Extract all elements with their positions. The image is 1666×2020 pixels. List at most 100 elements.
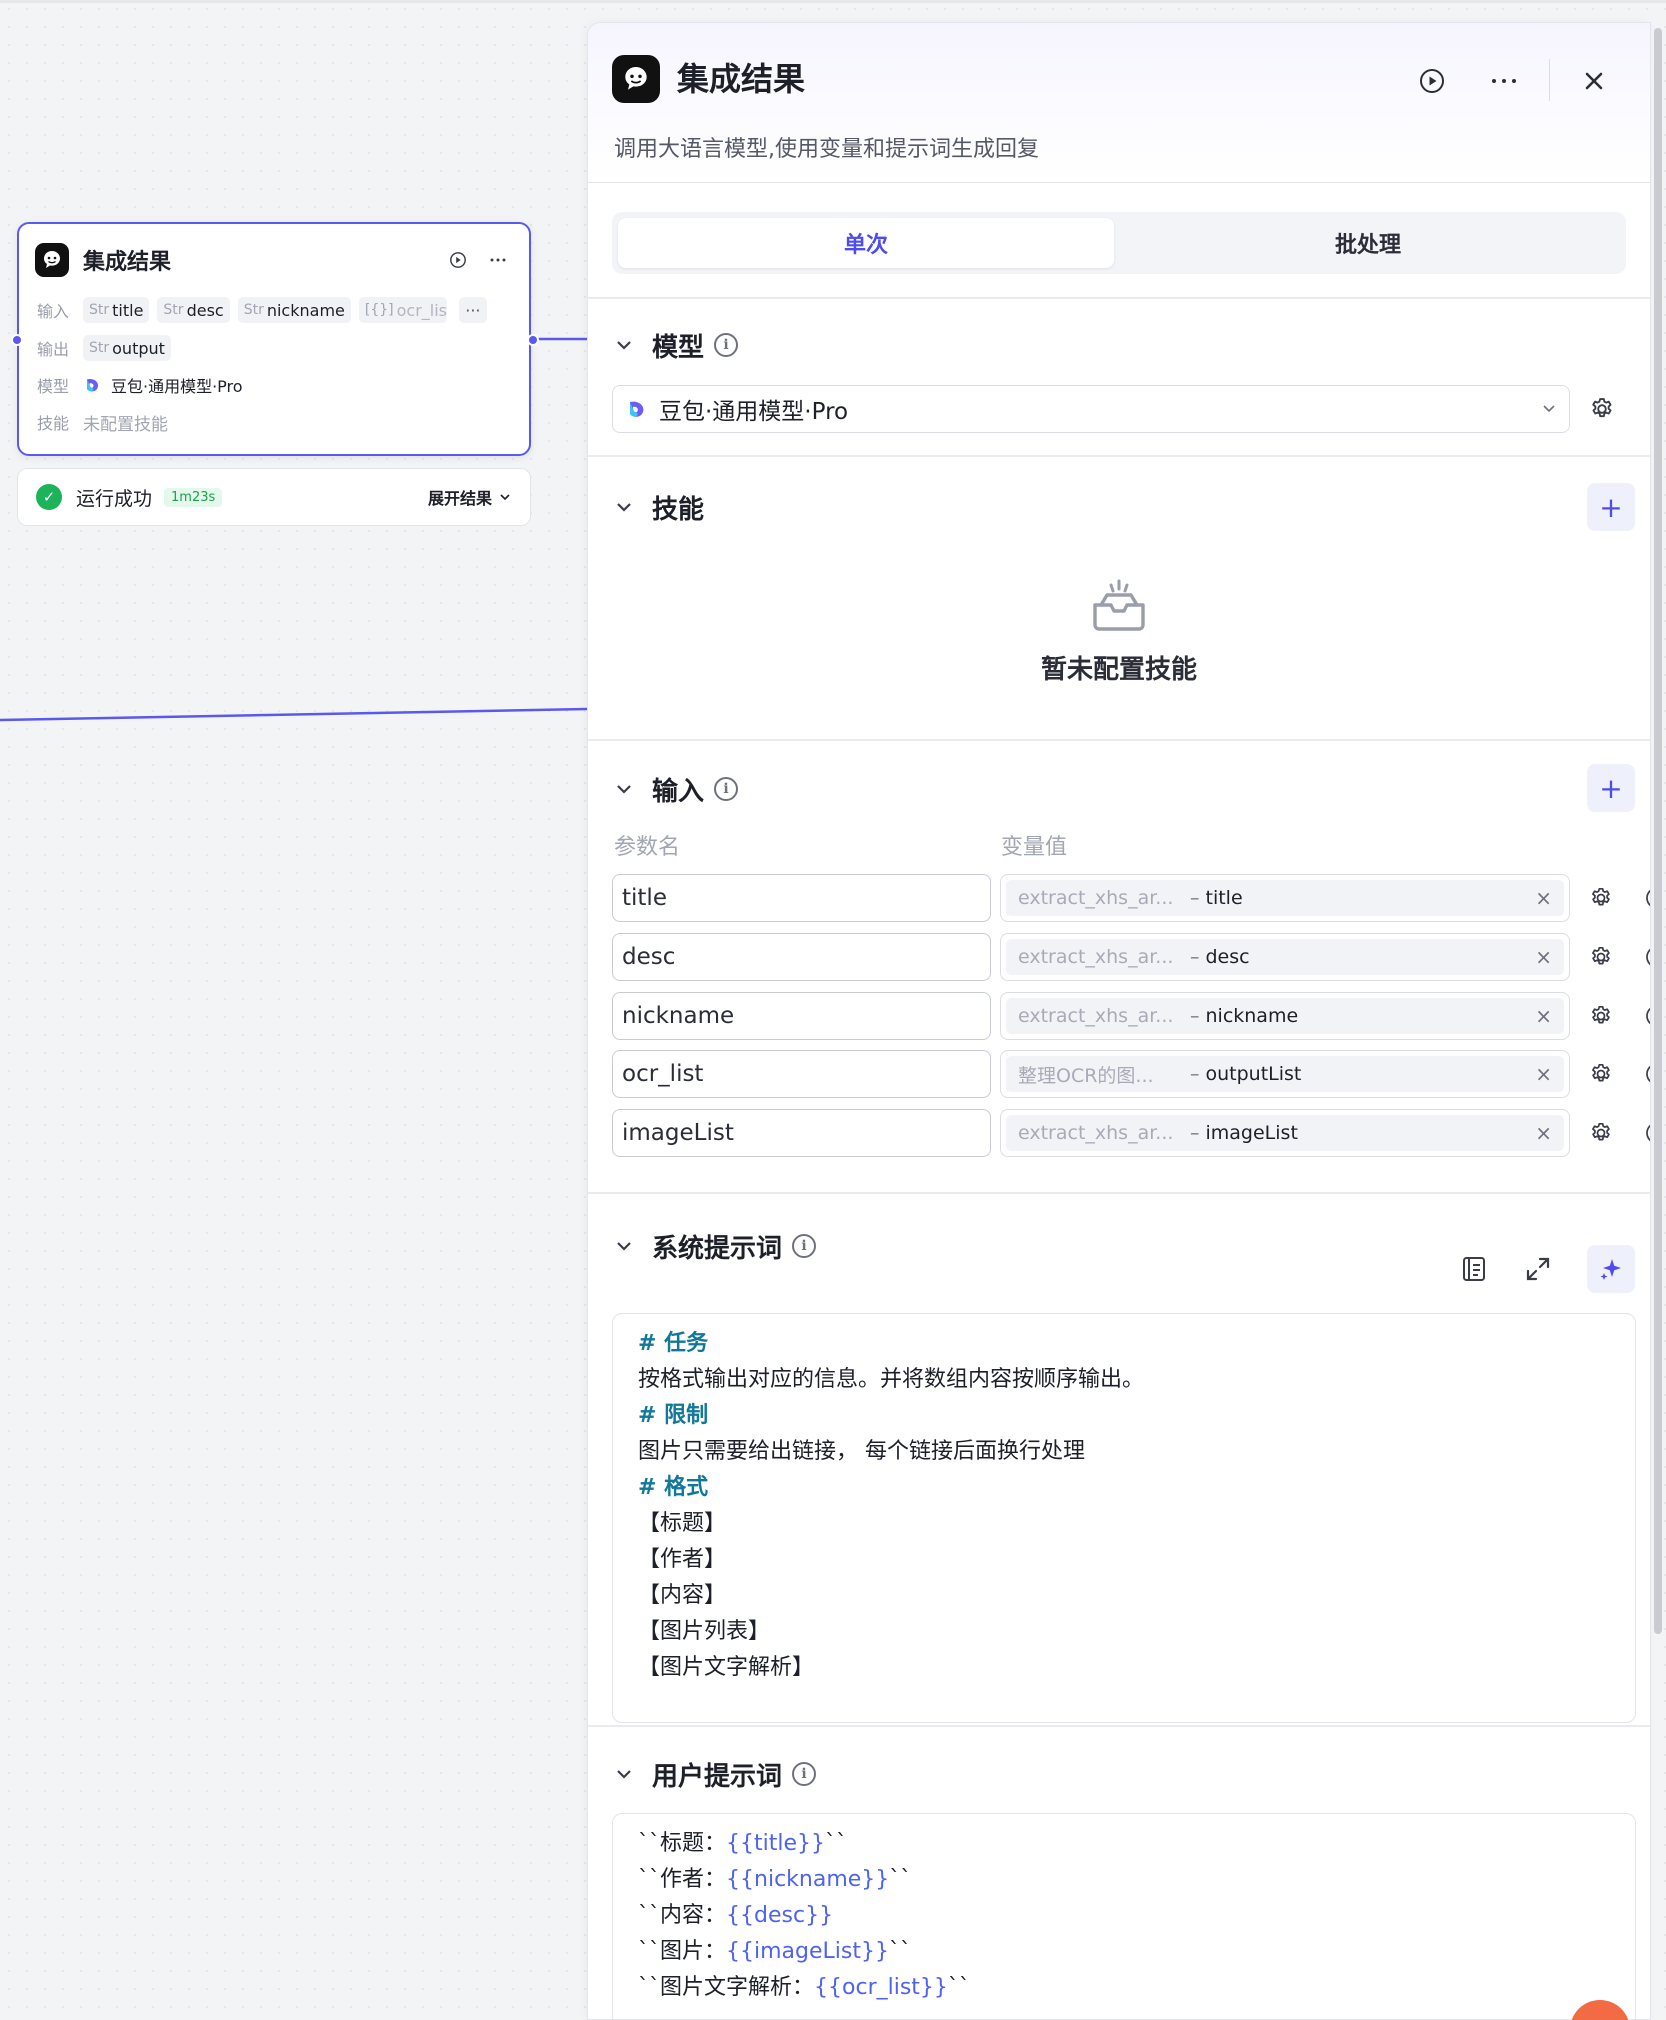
template-variable: {{ocr_list}}: [814, 1975, 948, 2000]
model-settings-gear-icon[interactable]: [1586, 393, 1618, 425]
system-prompt-section-header[interactable]: 系统提示词 i: [612, 1226, 817, 1266]
prompt-line: 按格式输出对应的信息。并将数组内容按顺序输出。: [638, 1367, 1145, 1392]
tag-name: ocr_list: [396, 300, 447, 320]
node-header: 集成结果: [35, 242, 513, 278]
template-variable: {{imageList}}: [726, 1939, 889, 1964]
input-tag-desc: Str desc: [157, 297, 230, 323]
run-mode-tabs: 单次 批处理: [612, 212, 1626, 274]
clear-icon[interactable]: ×: [1535, 1004, 1552, 1028]
prompt-library-icon[interactable]: [1454, 1249, 1494, 1289]
tag-name: title: [112, 300, 144, 320]
param-name-input[interactable]: title: [612, 874, 991, 922]
tab-single[interactable]: 单次: [618, 218, 1114, 268]
check-circle-icon: ✓: [36, 484, 62, 510]
clear-icon[interactable]: ×: [1535, 1062, 1552, 1086]
row-settings-gear-icon[interactable]: [1585, 1000, 1617, 1032]
param-value-select[interactable]: 整理OCR的图... – outputList ×: [1000, 1050, 1570, 1098]
param-value-select[interactable]: extract_xhs_ar... – imageList ×: [1000, 1109, 1570, 1157]
separator-dash: –: [1190, 1122, 1200, 1144]
line-prefix: ``图片：: [638, 1939, 727, 1964]
row-settings-gear-icon[interactable]: [1585, 882, 1617, 914]
param-value-select[interactable]: extract_xhs_ar... – nickname ×: [1000, 992, 1570, 1040]
remove-row-icon[interactable]: [1643, 884, 1650, 912]
run-node-icon[interactable]: [1414, 63, 1450, 99]
output-port[interactable]: [527, 334, 539, 346]
param-value-select[interactable]: extract_xhs_ar... – title ×: [1000, 874, 1570, 922]
node-input-row: 输入 Str title Str desc Str nickname [{}] ocr_…: [37, 296, 515, 324]
line-prefix: ``内容：: [638, 1903, 727, 1928]
system-prompt-editor[interactable]: # 任务 按格式输出对应的信息。并将数组内容按顺序输出。 # 限制 图片只需要给…: [612, 1313, 1636, 1723]
remove-row-icon[interactable]: [1643, 1002, 1650, 1030]
input-row: nickname extract_xhs_ar... – nickname ×: [612, 992, 1650, 1040]
section-title: 用户提示词: [652, 1761, 783, 1792]
remove-row-icon[interactable]: [1643, 943, 1650, 971]
remove-row-icon[interactable]: [1643, 1060, 1650, 1088]
model-section-header[interactable]: 模型 i: [612, 325, 739, 365]
add-skill-button[interactable]: +: [1587, 483, 1635, 531]
tab-batch[interactable]: 批处理: [1120, 218, 1616, 268]
user-prompt-editor[interactable]: ``标题：{{title}}`` ``作者：{{nickname}}`` ``内…: [612, 1813, 1636, 2019]
skill-section-header[interactable]: 技能: [612, 487, 704, 527]
input-tag-title: Str title: [83, 297, 150, 323]
more-inputs-button[interactable]: ···: [458, 297, 487, 323]
expand-label: 展开结果: [427, 489, 492, 508]
user-prompt-section-header[interactable]: 用户提示词 i: [612, 1754, 817, 1794]
template-variable: {{nickname}}: [726, 1867, 890, 1892]
row-settings-gear-icon[interactable]: [1585, 1117, 1617, 1149]
status-text: 运行成功: [76, 487, 153, 510]
node-title: 集成结果: [83, 250, 172, 275]
line-suffix: ``: [889, 1867, 912, 1892]
param-value-select[interactable]: extract_xhs_ar... – desc ×: [1000, 933, 1570, 981]
input-port[interactable]: [11, 334, 23, 346]
section-divider: [588, 455, 1650, 457]
expand-result-button[interactable]: 展开结果: [428, 485, 512, 509]
variable-source: extract_xhs_ar...: [1018, 1005, 1174, 1027]
section-divider: [588, 739, 1650, 741]
expand-icon[interactable]: [1518, 1249, 1558, 1289]
variable-ref: extract_xhs_ar... – nickname ×: [1006, 998, 1564, 1034]
info-icon[interactable]: i: [792, 1234, 817, 1258]
ai-optimize-button[interactable]: [1587, 1245, 1635, 1293]
variable-source: extract_xhs_ar...: [1018, 887, 1174, 909]
info-icon[interactable]: i: [792, 1762, 817, 1786]
row-settings-gear-icon[interactable]: [1585, 941, 1617, 973]
row-settings-gear-icon[interactable]: [1585, 1058, 1617, 1090]
variable-name: imageList: [1205, 1122, 1298, 1144]
more-options-icon[interactable]: [1486, 63, 1522, 99]
param-name-input[interactable]: ocr_list: [612, 1050, 991, 1098]
param-name-input[interactable]: desc: [612, 933, 991, 981]
node-output-row: 输出 Str output: [37, 334, 515, 362]
input-section-header[interactable]: 输入 i: [612, 769, 739, 809]
param-name-input[interactable]: imageList: [612, 1109, 991, 1157]
chevron-down-icon: [612, 495, 636, 519]
section-divider: [588, 1192, 1650, 1194]
run-node-icon[interactable]: [443, 245, 473, 275]
type-label: Str: [89, 302, 110, 318]
param-name-input[interactable]: nickname: [612, 992, 991, 1040]
close-icon[interactable]: [1576, 63, 1612, 99]
prompt-line: ``内容：{{desc}}: [638, 1898, 1610, 1934]
prompt-line-heading: # 格式: [638, 1475, 709, 1500]
more-options-icon[interactable]: [483, 245, 513, 275]
type-label: [{}]: [364, 302, 394, 318]
line-suffix: ``: [889, 1939, 911, 1964]
add-input-button[interactable]: +: [1587, 764, 1635, 812]
template-variable: {{desc}}: [726, 1903, 834, 1928]
doubao-model-icon: [87, 378, 99, 392]
type-label: Str: [89, 340, 110, 356]
variable-source: extract_xhs_ar...: [1018, 1122, 1174, 1144]
clear-icon[interactable]: ×: [1535, 1121, 1552, 1145]
clear-icon[interactable]: ×: [1535, 945, 1552, 969]
model-select[interactable]: 豆包·通用模型·Pro: [612, 385, 1570, 433]
clear-icon[interactable]: ×: [1535, 886, 1552, 910]
info-icon[interactable]: i: [714, 333, 739, 357]
prompt-line: 【内容】: [638, 1583, 727, 1608]
remove-row-icon[interactable]: [1643, 1119, 1650, 1147]
line-prefix: ``标题：: [638, 1831, 727, 1856]
llm-node-card[interactable]: 集成结果 输入 Str title Str desc Str nickname [{}…: [17, 222, 531, 456]
panel-scrollbar[interactable]: [1654, 28, 1662, 1634]
input-row: title extract_xhs_ar... – title ×: [612, 874, 1650, 922]
prompt-line: ``图片文字解析：{{ocr_list}}``: [638, 1970, 1610, 2006]
variable-ref: extract_xhs_ar... – desc ×: [1006, 939, 1564, 975]
info-icon[interactable]: i: [714, 777, 739, 801]
